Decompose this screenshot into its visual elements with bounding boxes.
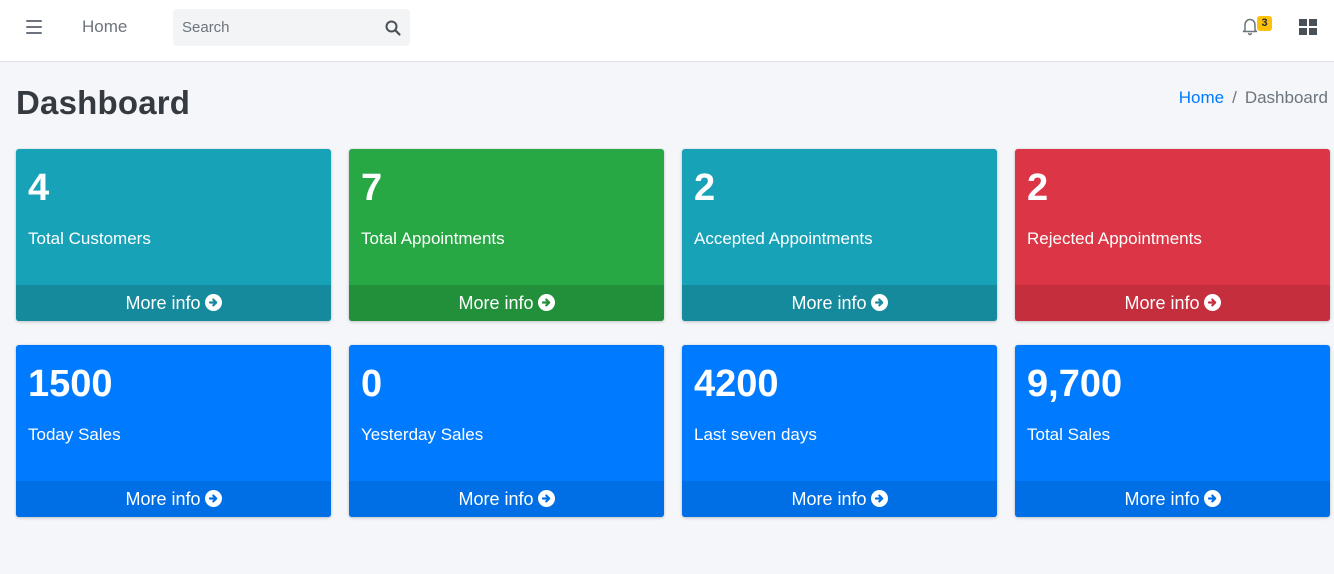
card-value: 0 (361, 363, 383, 405)
nav-home-link[interactable]: Home (82, 17, 127, 37)
card-label: Total Appointments (361, 229, 505, 248)
notification-count-badge: 3 (1257, 16, 1272, 31)
card-total-sales: 9,700 Total Sales More info (1015, 345, 1330, 517)
card-value: 2 (1027, 167, 1049, 209)
arrow-circle-right-icon (204, 294, 222, 311)
search-form (173, 9, 410, 46)
card-label: Total Customers (28, 229, 151, 248)
apps-grid-icon[interactable] (1299, 19, 1317, 35)
card-value: 1500 (28, 363, 113, 405)
card-rejected-appointments: 2 Rejected Appointments More info (1015, 149, 1330, 321)
more-info-label: More info (1124, 489, 1200, 509)
more-info-link[interactable]: More info (349, 481, 664, 517)
arrow-circle-right-icon (870, 490, 888, 507)
card-value: 4 (28, 167, 50, 209)
more-info-link[interactable]: More info (1015, 285, 1330, 321)
page-title: Dashboard (16, 84, 191, 121)
card-value: 9,700 (1027, 363, 1123, 405)
arrow-circle-right-icon (870, 294, 888, 311)
breadcrumb-home-link[interactable]: Home (1179, 88, 1224, 107)
arrow-circle-right-icon (1203, 490, 1221, 507)
card-total-appointments: 7 Total Appointments More info (349, 149, 664, 321)
more-info-link[interactable]: More info (1015, 481, 1330, 517)
card-label: Last seven days (694, 425, 817, 444)
menu-icon[interactable] (26, 20, 42, 34)
more-info-label: More info (125, 489, 201, 509)
card-today-sales: 1500 Today Sales More info (16, 345, 331, 517)
card-label: Today Sales (28, 425, 121, 444)
breadcrumb-separator: / (1232, 88, 1237, 107)
breadcrumb: Home / Dashboard (1179, 88, 1328, 108)
card-value: 2 (694, 167, 716, 209)
arrow-circle-right-icon (1203, 294, 1221, 311)
more-info-link[interactable]: More info (16, 481, 331, 517)
more-info-label: More info (458, 489, 534, 509)
arrow-circle-right-icon (537, 294, 555, 311)
search-icon[interactable] (384, 19, 402, 37)
top-navbar: Home 3 (0, 0, 1334, 62)
card-value: 4200 (694, 363, 779, 405)
arrow-circle-right-icon (204, 490, 222, 507)
more-info-label: More info (791, 489, 867, 509)
card-label: Total Sales (1027, 425, 1111, 444)
card-label: Yesterday Sales (361, 425, 484, 444)
card-total-customers: 4 Total Customers More info (16, 149, 331, 321)
more-info-label: More info (458, 293, 534, 313)
more-info-link[interactable]: More info (16, 285, 331, 321)
card-yesterday-sales: 0 Yesterday Sales More info (349, 345, 664, 517)
more-info-label: More info (1124, 293, 1200, 313)
search-input[interactable] (173, 9, 373, 46)
more-info-link[interactable]: More info (682, 285, 997, 321)
arrow-circle-right-icon (537, 490, 555, 507)
card-label: Accepted Appointments (694, 229, 873, 248)
more-info-label: More info (125, 293, 201, 313)
card-value: 7 (361, 167, 383, 209)
more-info-link[interactable]: More info (682, 481, 997, 517)
card-last-seven-days: 4200 Last seven days More info (682, 345, 997, 517)
breadcrumb-current: Dashboard (1244, 88, 1328, 107)
more-info-link[interactable]: More info (349, 285, 664, 321)
more-info-label: More info (791, 293, 867, 313)
card-label: Rejected Appointments (1027, 229, 1202, 248)
card-accepted-appointments: 2 Accepted Appointments More info (682, 149, 997, 321)
